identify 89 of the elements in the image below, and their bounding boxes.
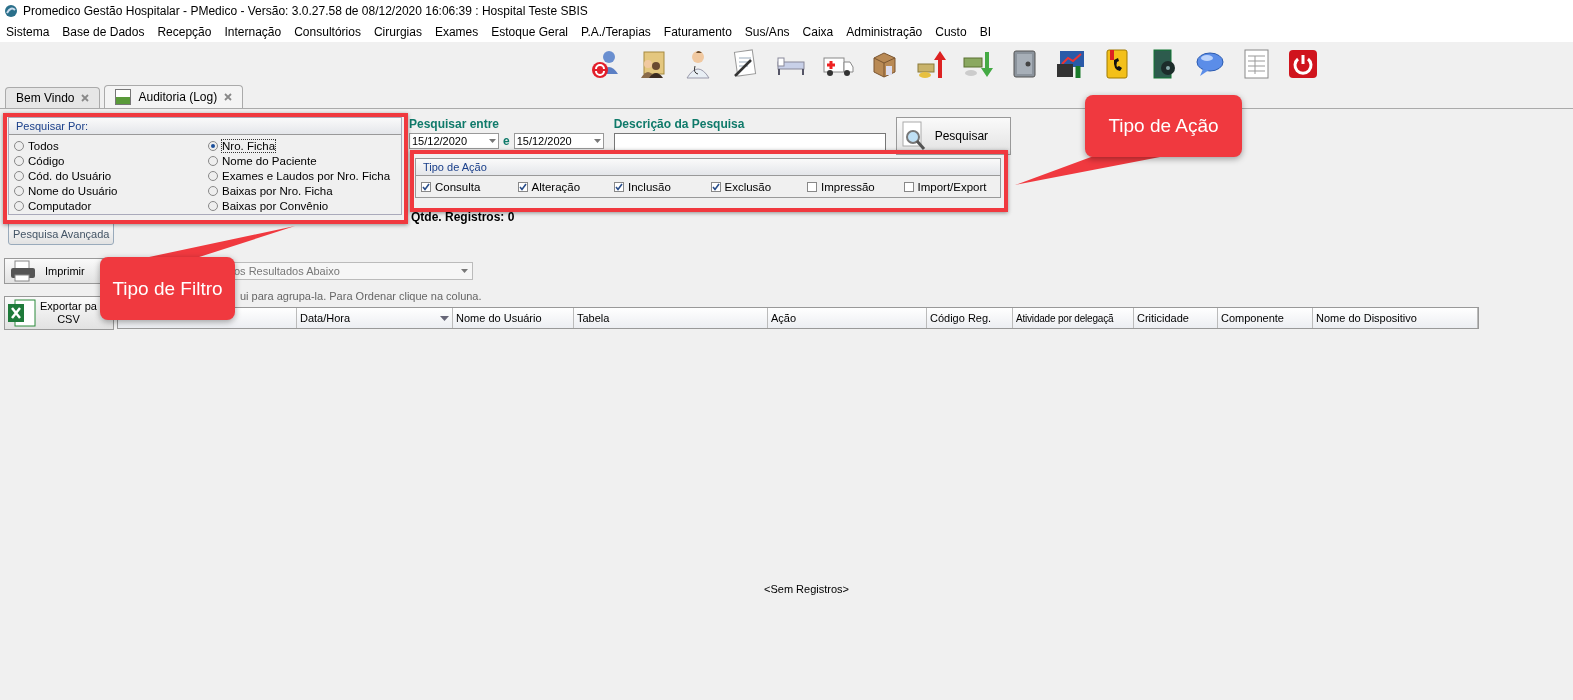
checkbox-label[interactable]: Exclusão	[724, 181, 772, 193]
menu-item[interactable]: Recepção	[157, 25, 212, 39]
radio-label[interactable]: Código	[28, 154, 65, 167]
menu-item[interactable]: Administração	[846, 25, 923, 39]
checkbox-label[interactable]: Impressão	[821, 181, 875, 193]
log-file-icon	[115, 89, 132, 105]
radio-button[interactable]	[14, 155, 24, 166]
column-header[interactable]: Criticidade	[1134, 308, 1218, 328]
connector-text: e	[503, 134, 510, 148]
checkbox-label[interactable]: Inclusão	[628, 181, 671, 193]
radio-button[interactable]	[14, 170, 24, 181]
checkbox[interactable]	[903, 182, 914, 192]
checkbox-label[interactable]: Import/Export	[917, 181, 987, 193]
radio-button[interactable]	[208, 170, 218, 181]
radio-label[interactable]: Nro. Ficha	[222, 139, 276, 152]
column-header[interactable]: Nome do Usuário	[453, 308, 574, 328]
caret-icon	[593, 139, 601, 143]
window-title: Promedico Gestão Hospitalar - PMedico - Versão: 3.0.27.58 de 08/12/2020 16:06:39 : Hospital Teste SBIS	[23, 4, 588, 18]
radio-button[interactable]	[208, 185, 218, 196]
menu-item[interactable]: Faturamento	[663, 25, 732, 39]
column-header[interactable]: Código Reg.	[927, 308, 1013, 328]
radio-button[interactable]	[208, 140, 218, 151]
menu-item[interactable]: Base de Dados	[62, 25, 145, 39]
checkbox[interactable]	[421, 182, 431, 192]
radio-button[interactable]	[208, 200, 218, 211]
app-icon	[4, 4, 18, 18]
printer-icon	[9, 260, 37, 282]
checkbox[interactable]	[807, 182, 817, 192]
caret-icon	[461, 269, 468, 273]
menu-item[interactable]: Cirurgias	[373, 25, 422, 39]
field-label: Pesquisar entre	[409, 117, 501, 131]
date-field[interactable]: 15/12/2020	[409, 133, 499, 149]
close-icon	[224, 93, 233, 101]
menu-item[interactable]: Sus/Ans	[744, 25, 790, 39]
radio-label[interactable]: Exames e Laudos por Nro. Ficha	[222, 169, 391, 182]
column-header[interactable]: Ação	[768, 308, 927, 328]
callout-tooltip: Tipo de Filtro	[100, 257, 235, 320]
caret-icon	[489, 139, 496, 143]
group-title: Tipo de Ação	[416, 159, 1000, 176]
column-header[interactable]: Atividade por delegaçã	[1013, 308, 1134, 328]
column-header[interactable]: Data/Hora	[297, 308, 453, 328]
column-header[interactable]: Nome do Dispositivo	[1313, 308, 1478, 328]
radio-label[interactable]: Baixas por Nro. Ficha	[222, 184, 333, 197]
calculator-chart-icon[interactable]	[1054, 48, 1086, 80]
menu-item[interactable]: Internação	[224, 25, 282, 39]
menu-item[interactable]: Exames	[434, 25, 479, 39]
radio-button[interactable]	[14, 140, 24, 151]
menu-item[interactable]: BI	[979, 25, 991, 39]
radio-label[interactable]: Computador	[28, 199, 92, 212]
menu-item[interactable]: Estoque Geral	[491, 25, 568, 39]
record-count: Qtde. Registros: 0	[411, 210, 516, 224]
grouping-hint: ui para agrupa-la. Para Ordenar clique na coluna.	[240, 290, 483, 302]
advanced-search-button[interactable]: Pesquisa Avançada	[8, 223, 115, 245]
menu-item[interactable]: P.A./Terapias	[581, 25, 651, 39]
sort-icon	[440, 315, 449, 321]
radio-label[interactable]: Baixas por Convênio	[222, 199, 329, 212]
column-header[interactable]: Componente	[1218, 308, 1313, 328]
close-icon	[81, 94, 90, 102]
tab[interactable]: Bem Vindo	[5, 87, 101, 108]
radio-button[interactable]	[208, 155, 218, 166]
search-icon	[900, 121, 927, 151]
checkbox[interactable]	[710, 182, 721, 192]
menu-item[interactable]: Custo	[935, 25, 967, 39]
field-label: Descrição da Pesquisa	[613, 117, 746, 131]
menu-item[interactable]: Caixa	[802, 25, 834, 39]
radio-label[interactable]: Nome do Usuário	[28, 184, 118, 197]
input-field[interactable]	[613, 133, 886, 151]
empty-message: <Sem Registros>	[764, 583, 849, 595]
column-header[interactable]: Tabela	[574, 308, 768, 328]
checkbox[interactable]	[614, 182, 624, 192]
group-title: Pesquisar Por:	[9, 118, 401, 135]
menu-item[interactable]: Consultórios	[294, 25, 361, 39]
radio-button[interactable]	[14, 200, 24, 211]
search-button[interactable]: Pesquisar	[895, 117, 1011, 155]
radio-button[interactable]	[14, 185, 24, 196]
checkbox-label[interactable]: Alteração	[531, 181, 581, 193]
callout-tooltip: Tipo de Ação	[1085, 95, 1242, 157]
checkbox[interactable]	[517, 182, 528, 192]
radio-label[interactable]: Todos	[28, 139, 59, 152]
radio-label[interactable]: Nome do Paciente	[222, 154, 317, 167]
tab[interactable]: Auditoria (Log)	[104, 85, 244, 108]
users-refresh-icon[interactable]	[589, 48, 621, 80]
date-field[interactable]: 15/12/2020	[513, 133, 604, 149]
menu-item[interactable]: Sistema	[6, 25, 50, 39]
power-icon[interactable]	[1286, 48, 1319, 80]
spreadsheet-icon	[7, 298, 37, 328]
export-button[interactable]: Exportar pa CSV	[4, 296, 114, 330]
radio-label[interactable]: Cód. do Usuário	[28, 169, 112, 182]
checkbox-label[interactable]: Consulta	[435, 181, 481, 193]
